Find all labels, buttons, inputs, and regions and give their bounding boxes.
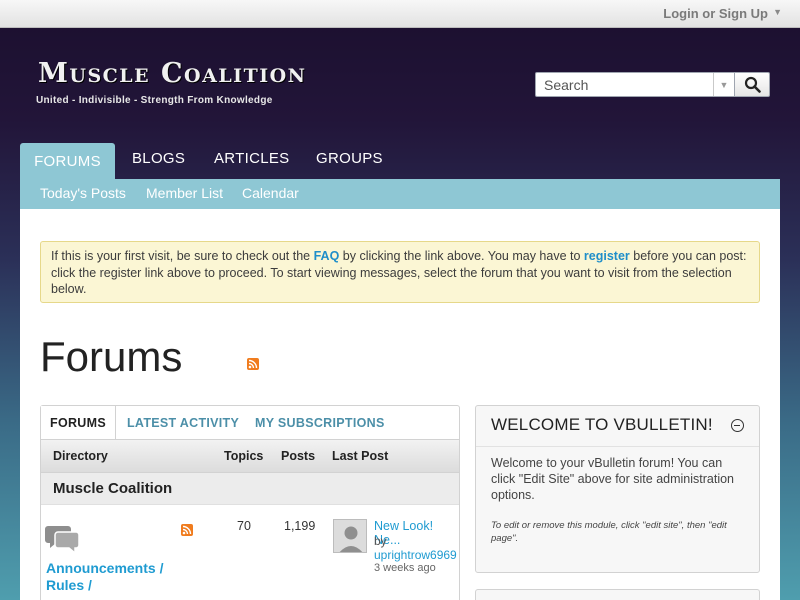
top-bar: Login or Sign Up ▼ [0, 0, 800, 28]
last-post-time: 3 weeks ago [374, 562, 436, 574]
last-post-title-link[interactable]: New Look! Ne... [374, 519, 459, 547]
last-post-by-label: by [374, 534, 387, 548]
secondary-module [475, 589, 760, 600]
nav-tab-articles[interactable]: ARTICLES [214, 150, 289, 167]
faq-link[interactable]: FAQ [314, 249, 340, 263]
register-link[interactable]: register [584, 249, 630, 263]
page-title: Forums [40, 333, 183, 380]
column-directory: Directory [53, 449, 108, 463]
divider [476, 446, 759, 447]
avatar[interactable] [333, 519, 367, 553]
search-options-chevron-icon[interactable]: ▼ [713, 73, 734, 96]
welcome-title: WELCOME TO VBULLETIN! [491, 415, 713, 434]
welcome-module: WELCOME TO VBULLETIN! Welcome to your vB… [475, 405, 760, 573]
nav-tab-forums[interactable]: FORUMS [20, 143, 115, 179]
search-box: ▼ [535, 72, 735, 97]
welcome-note: To edit or remove this module, click "ed… [491, 520, 727, 544]
rss-icon[interactable] [247, 358, 259, 370]
column-topics: Topics [224, 449, 264, 463]
login-signup-link[interactable]: Login or Sign Up [663, 6, 768, 21]
forum-bubble-icon [45, 526, 80, 555]
forum-section-header: Muscle Coalition [41, 473, 459, 505]
tab-my-subscriptions[interactable]: MY SUBSCRIPTIONS [255, 406, 385, 439]
forum-name-link[interactable]: Announcements / Rules / [46, 560, 176, 594]
nav-tab-groups[interactable]: GROUPS [316, 150, 383, 167]
column-posts: Posts [281, 449, 316, 463]
first-visit-notice: If this is your first visit, be sure to … [40, 241, 760, 303]
forum-table-header: Directory Topics Posts Last Post [41, 439, 459, 473]
posts-count: 1,199 [284, 519, 316, 533]
search-icon [744, 76, 761, 93]
last-post-user-link[interactable]: uprightrow6969 [374, 548, 457, 562]
forum-list-panel: FORUMS LATEST ACTIVITY MY SUBSCRIPTIONS … [40, 405, 460, 600]
search-input[interactable] [536, 73, 714, 96]
subnav-calendar[interactable]: Calendar [242, 185, 299, 201]
main-content: If this is your first visit, be sure to … [20, 209, 780, 600]
subnav-member-list[interactable]: Member List [146, 185, 223, 201]
subnav-todays-posts[interactable]: Today's Posts [40, 185, 126, 201]
notice-text-1: If this is your first visit, be sure to … [51, 249, 314, 263]
topics-count: 70 [237, 519, 251, 533]
sub-navigation: Today's Posts Member List Calendar [20, 179, 780, 209]
chevron-down-icon[interactable]: ▼ [773, 7, 782, 17]
nav-tab-blogs[interactable]: BLOGS [132, 150, 185, 167]
section-title[interactable]: Muscle Coalition [53, 480, 172, 497]
column-last-post: Last Post [332, 449, 389, 463]
user-silhouette-icon [334, 520, 366, 552]
search-button[interactable] [735, 72, 770, 97]
site-logo[interactable]: Muscle Coalition [38, 58, 307, 89]
site-tagline: United - Indivisible - Strength From Kno… [36, 95, 273, 106]
tab-forums[interactable]: FORUMS [41, 406, 116, 439]
forum-rss-icon[interactable] [181, 524, 193, 536]
tab-latest-activity[interactable]: LATEST ACTIVITY [127, 406, 239, 439]
notice-text-2: by clicking the link above. You may have… [339, 249, 584, 263]
welcome-body: Welcome to your vBulletin forum! You can… [491, 456, 735, 502]
collapse-icon[interactable] [731, 419, 744, 432]
